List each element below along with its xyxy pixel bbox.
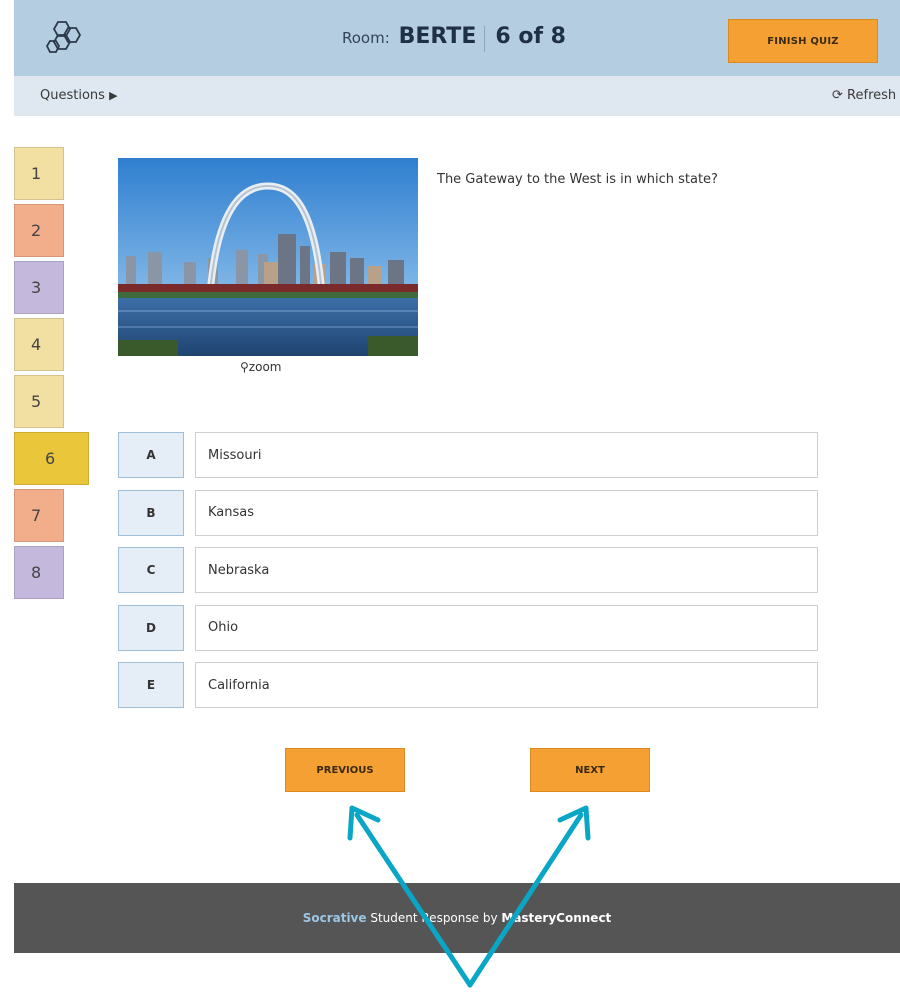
- answer-letter[interactable]: C: [118, 547, 184, 593]
- refresh-icon: ⟳: [832, 88, 843, 103]
- sub-toolbar: Questions ▶ ⟳ Refresh: [14, 76, 900, 116]
- answer-text[interactable]: Ohio: [195, 604, 818, 651]
- answer-option-b[interactable]: B Kansas: [118, 489, 818, 536]
- play-arrow-icon: ▶: [109, 89, 118, 102]
- magnifier-icon: ⚲: [240, 360, 249, 374]
- footer-brand[interactable]: Socrative: [303, 911, 367, 925]
- question-nav-item-5[interactable]: 5: [14, 375, 64, 428]
- questions-label: Questions: [40, 88, 105, 103]
- divider: [484, 25, 486, 52]
- finish-quiz-button[interactable]: FINISH QUIZ: [728, 19, 878, 63]
- answer-list: A Missouri B Kansas C Nebraska D Ohio E Californi…: [118, 432, 818, 720]
- socrative-logo-icon[interactable]: [44, 18, 84, 58]
- question-nav-item-4[interactable]: 4: [14, 318, 64, 371]
- question-nav-item-8[interactable]: 8: [14, 546, 64, 599]
- answer-option-a[interactable]: A Missouri: [118, 432, 818, 478]
- question-nav-item-6[interactable]: 6: [14, 432, 89, 485]
- answer-letter[interactable]: D: [118, 604, 184, 651]
- question-progress: 6 of 8: [495, 24, 566, 49]
- answer-option-c[interactable]: C Nebraska: [118, 547, 818, 593]
- question-navigator: 12345678: [14, 147, 89, 603]
- next-button[interactable]: NEXT: [530, 748, 650, 792]
- answer-text[interactable]: Missouri: [195, 432, 818, 478]
- question-image[interactable]: [118, 158, 418, 356]
- question-nav-item-1[interactable]: 1: [14, 147, 64, 200]
- previous-button[interactable]: PREVIOUS: [285, 748, 405, 792]
- question-nav-item-2[interactable]: 2: [14, 204, 64, 257]
- top-header: Room: BERTE 6 of 8 FINISH QUIZ: [14, 0, 900, 76]
- answer-text[interactable]: California: [195, 662, 818, 708]
- arrowhead-next: [557, 805, 591, 841]
- questions-toggle[interactable]: Questions ▶: [40, 88, 118, 103]
- answer-option-d[interactable]: D Ohio: [118, 604, 818, 651]
- footer: Socrative Student Response by MasteryCon…: [14, 883, 900, 953]
- zoom-label: zoom: [248, 360, 282, 374]
- answer-text[interactable]: Nebraska: [195, 547, 818, 593]
- footer-text: Student Response by: [366, 911, 502, 925]
- question-nav-item-7[interactable]: 7: [14, 489, 64, 542]
- room-label: Room:: [342, 29, 390, 47]
- refresh-button[interactable]: ⟳ Refresh: [832, 88, 896, 103]
- footer-company[interactable]: MasteryConnect: [501, 911, 611, 925]
- zoom-link[interactable]: ⚲zoom: [240, 360, 281, 374]
- room-info: Room: BERTE 6 of 8: [342, 24, 566, 52]
- answer-letter[interactable]: B: [118, 489, 184, 536]
- arrowhead-previous: [347, 805, 381, 841]
- answer-option-e[interactable]: E California: [118, 662, 818, 708]
- answer-text[interactable]: Kansas: [195, 489, 818, 536]
- answer-letter[interactable]: A: [118, 432, 184, 478]
- question-nav-item-3[interactable]: 3: [14, 261, 64, 314]
- gateway-arch-photo: [118, 158, 418, 356]
- question-text: The Gateway to the West is in which stat…: [437, 172, 718, 187]
- refresh-label: Refresh: [847, 88, 897, 103]
- answer-letter[interactable]: E: [118, 662, 184, 708]
- room-code: BERTE: [398, 24, 477, 49]
